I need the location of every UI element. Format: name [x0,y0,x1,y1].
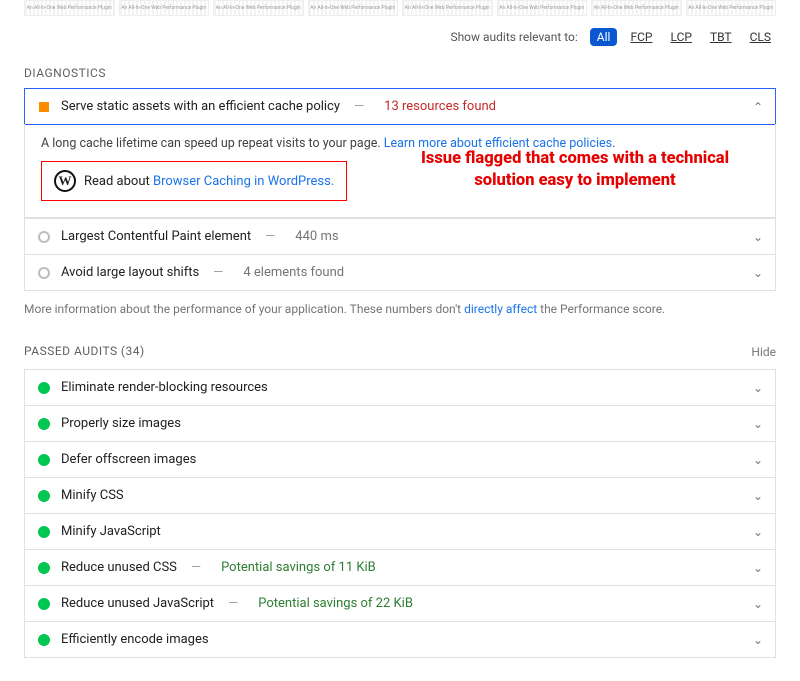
filmstrip-frame: An All-In-One Web Performance Plugin [119,0,210,16]
audit-layout-shifts[interactable]: Avoid large layout shifts — 4 elements f… [24,254,776,291]
read-about-box: W Read about Browser Caching in WordPres… [41,161,347,201]
filter-cls[interactable]: CLS [745,28,776,46]
passed-audit-row[interactable]: Defer offscreen images ⌄ [24,441,776,478]
audit-sub: 13 resources found [384,99,496,114]
audit-sub: Potential savings of 11 KiB [221,560,376,575]
filmstrip-frame: An All-In-One Web Performance Plugin [308,0,399,16]
annotation-callout: Issue flagged that comes with a technica… [395,148,755,193]
filmstrip-frame: An All-In-One Web Performance Plugin [591,0,682,16]
filter-label: Show audits relevant to: [450,30,577,44]
filmstrip-frame: An All-In-One Web Performance Plugin [24,0,115,16]
dash: — [213,265,223,280]
audit-title: Minify JavaScript [61,524,161,539]
audit-sub: 4 elements found [243,265,344,280]
warn-icon [37,100,51,114]
chevron-down-icon: ⌄ [753,489,763,503]
passed-audits-header[interactable]: Passed Audits (34) Hide [24,344,776,359]
filter-lcp[interactable]: LCP [665,28,696,46]
pass-icon [37,489,51,503]
filmstrip: An All-In-One Web Performance Plugin An … [0,0,800,24]
filter-all[interactable]: All [590,28,618,46]
pass-icon [37,525,51,539]
filter-tbt[interactable]: TBT [705,28,737,46]
pass-icon [37,561,51,575]
chevron-down-icon: ⌄ [753,633,763,647]
chevron-down-icon: ⌄ [753,417,763,431]
diagnostics-footnote: More information about the performance o… [24,302,776,316]
passed-audit-row[interactable]: Minify JavaScript ⌄ [24,513,776,550]
pass-icon [37,381,51,395]
audit-title: Minify CSS [61,488,124,503]
filmstrip-frame: An All-In-One Web Performance Plugin [497,0,588,16]
filmstrip-frame: An All-In-One Web Performance Plugin [213,0,304,16]
passed-audit-row[interactable]: Eliminate render-blocking resources ⌄ [24,369,776,406]
hide-toggle[interactable]: Hide [751,345,776,359]
audit-cache-policy[interactable]: Serve static assets with an efficient ca… [24,88,776,125]
audit-sub: Potential savings of 22 KiB [258,596,413,611]
diagnostics-heading: Diagnostics [24,66,776,80]
read-about-link[interactable]: Browser Caching in WordPress. [153,174,334,189]
audit-title: Largest Contentful Paint element [61,229,251,244]
chevron-down-icon: ⌄ [753,453,763,467]
filter-fcp[interactable]: FCP [625,28,657,46]
chevron-down-icon: ⌄ [753,230,763,244]
audit-lcp-element[interactable]: Largest Contentful Paint element — 440 m… [24,218,776,255]
dash: — [228,596,238,611]
chevron-up-icon: ⌃ [753,100,763,114]
chevron-down-icon: ⌄ [753,266,763,280]
audit-title: Serve static assets with an efficient ca… [61,99,340,114]
wordpress-icon: W [54,170,76,192]
passed-audit-row[interactable]: Minify CSS ⌄ [24,477,776,514]
audit-title: Efficiently encode images [61,632,209,647]
pass-icon [37,633,51,647]
pass-icon [37,417,51,431]
chevron-down-icon: ⌄ [753,525,763,539]
dash: — [354,99,364,114]
audit-title: Reduce unused CSS [61,560,177,575]
audit-title: Properly size images [61,416,181,431]
dash: — [265,229,275,244]
audit-title: Eliminate render-blocking resources [61,380,268,395]
chevron-down-icon: ⌄ [753,381,763,395]
filmstrip-frame: An All-In-One Web Performance Plugin [402,0,493,16]
dash: — [191,560,201,575]
passed-audit-row[interactable]: Reduce unused CSS — Potential savings of 1… [24,549,776,586]
chevron-down-icon: ⌄ [753,597,763,611]
passed-audit-row[interactable]: Efficiently encode images ⌄ [24,621,776,658]
audit-expanded-body: A long cache lifetime can speed up repea… [24,124,776,218]
read-about-prefix: Read about [84,174,153,189]
audit-title: Defer offscreen images [61,452,196,467]
neutral-icon [37,266,51,280]
neutral-icon [37,230,51,244]
passed-audit-row[interactable]: Properly size images ⌄ [24,405,776,442]
audit-sub: 440 ms [295,229,338,244]
filmstrip-frame: An All-In-One Web Performance Plugin [686,0,777,16]
passed-audits-list: Eliminate render-blocking resources⌄Prop… [24,369,776,658]
passed-audits-count: (34) [121,344,145,358]
pass-icon [37,597,51,611]
pass-icon [37,453,51,467]
filter-row: Show audits relevant to: All FCP LCP TBT… [24,24,776,58]
chevron-down-icon: ⌄ [753,561,763,575]
directly-affect-link[interactable]: directly affect [464,302,537,316]
audit-title: Avoid large layout shifts [61,265,199,280]
passed-audit-row[interactable]: Reduce unused JavaScript — Potential savin… [24,585,776,622]
passed-audits-heading: Passed Audits [24,344,118,358]
audit-title: Reduce unused JavaScript [61,596,214,611]
